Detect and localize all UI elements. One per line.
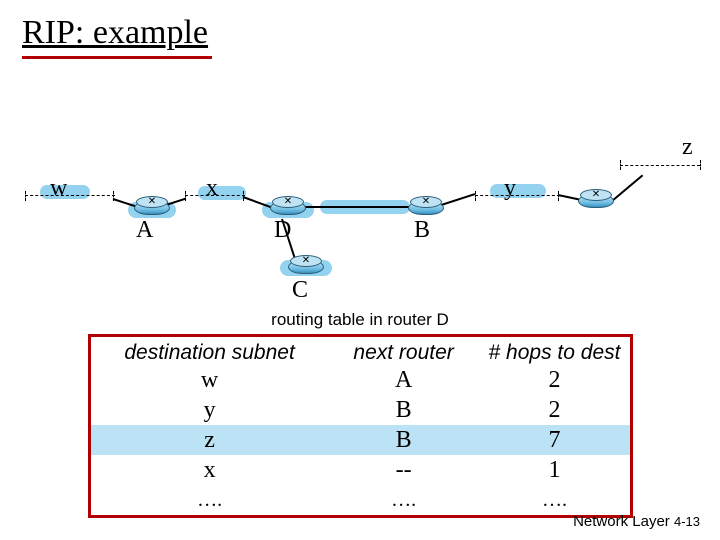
cell-dest: w [91,365,328,395]
table-caption: routing table in router D [0,310,720,330]
subnet-y [475,195,560,196]
label-router-A: A [136,217,153,244]
router-icon [288,256,324,274]
router-icon [270,197,306,215]
router-icon [408,197,444,215]
routing-table: destination subnet next router # hops to… [88,334,633,518]
label-router-B: B [414,217,430,244]
label-subnet-z: z [682,134,693,161]
cell-ellipsis: …. [479,485,630,515]
footer-label: Network Layer [573,513,670,530]
router-icon [578,190,614,208]
cell-dest: x [91,455,328,485]
link [611,175,643,202]
cell-next: B [328,395,479,425]
label-subnet-y: y [504,175,516,202]
col-hops: # hops to dest [479,341,630,365]
cell-ellipsis: …. [91,485,328,515]
title-underline [22,56,212,59]
label-router-D: D [274,217,291,244]
subnet-z [620,165,700,166]
cell-hops: 2 [479,395,630,425]
subnet-z-cap [620,160,621,170]
table-header: destination subnet next router # hops to… [91,337,630,365]
cell-dest: z [91,425,328,455]
cell-hops: 2 [479,365,630,395]
table-row: x -- 1 [91,455,630,485]
table-row-ellipsis: …. …. …. [91,485,630,515]
link [298,206,418,208]
cell-hops: 7 [479,425,630,455]
cell-next: -- [328,455,479,485]
footer-page: 4-13 [674,514,700,529]
label-router-C: C [292,277,308,304]
slide-title: RIP: example [22,14,208,54]
col-dest: destination subnet [91,341,328,365]
cell-hops: 1 [479,455,630,485]
cell-dest: y [91,395,328,425]
label-subnet-x: x [206,175,218,202]
label-subnet-w: w [50,175,67,202]
table-row-highlighted: z B 7 [91,425,630,455]
slide-footer: Network Layer 4-13 [573,513,700,530]
table-row: y B 2 [91,395,630,425]
slide-title-wrap: RIP: example [22,14,208,54]
cell-next: B [328,425,479,455]
network-diagram: w x y z A D B C [0,140,720,310]
router-icon [134,197,170,215]
cell-ellipsis: …. [328,485,479,515]
subnet-w [25,195,115,196]
subnet-z-cap [700,160,701,170]
cell-next: A [328,365,479,395]
col-next: next router [328,341,479,365]
table-row: w A 2 [91,365,630,395]
